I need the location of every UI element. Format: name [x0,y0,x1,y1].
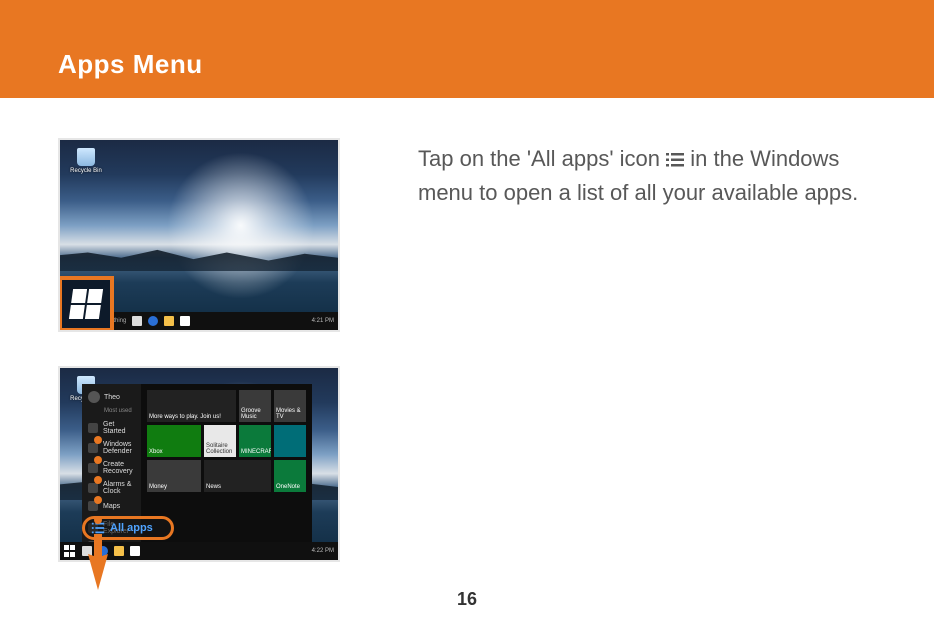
all-apps-inline-icon [666,152,684,168]
screenshot-desktop: Recycle Bin Ask me anything 4:21 PM [58,138,340,332]
user-name: Theo [104,394,120,401]
tile-groove: Groove Music [239,390,271,422]
store-icon [180,316,190,326]
store-icon [130,546,140,556]
instruction-text: Tap on the 'All apps' icon in the Window… [418,142,876,210]
tile-xbox: Xbox [147,425,201,457]
start-menu-user: Theo [82,388,141,406]
all-apps-icon [91,521,105,535]
text-column: Tap on the 'All apps' icon in the Window… [348,138,876,582]
taskbar-clock: 4:21 PM [312,318,334,324]
page-header: Apps Menu [0,0,934,98]
menu-item-recovery: Create Recovery [82,458,141,478]
all-apps-highlight: All apps [82,516,174,540]
tile-minecraft: MINECRAFT [239,425,271,457]
tile-news: News [204,460,271,492]
instruction-text-before: Tap on the 'All apps' icon [418,146,666,171]
page-number: 16 [0,589,934,610]
edge-icon [98,546,108,556]
avatar-icon [88,391,100,403]
start-button-icon [64,545,76,557]
tiles-header: More ways to play. Join us! [147,390,236,422]
tile-movies: Movies & TV [274,390,306,422]
task-view-icon [82,546,92,556]
task-view-icon [132,316,142,326]
screenshot-startmenu: Recycle Bin Theo Most used Get Started W… [58,366,340,562]
menu-item-maps: Maps [82,498,141,514]
all-apps-label: All apps [110,522,153,534]
tile-onenote: OneNote [274,460,306,492]
most-used-label: Most used [82,406,141,418]
explorer-icon [164,316,174,326]
recycle-bin-label: Recycle Bin [70,168,102,174]
menu-item-alarms: Alarms & Clock [82,478,141,498]
edge-icon [148,316,158,326]
tile-p [274,425,306,457]
tile-solitaire: Solitaire Collection [204,425,236,457]
tile-money: Money [147,460,201,492]
start-button-highlight [58,276,114,332]
taskbar: 4:22 PM [60,542,338,560]
page-content: Recycle Bin Ask me anything 4:21 PM [0,98,934,582]
menu-item-get-started: Get Started [82,418,141,438]
taskbar-clock: 4:22 PM [312,548,334,554]
windows-logo-icon [69,289,103,319]
recycle-bin-icon: Recycle Bin [70,148,102,174]
figure-column: Recycle Bin Ask me anything 4:21 PM [58,138,348,582]
page-title: Apps Menu [58,49,203,80]
menu-item-defender: Windows Defender [82,438,141,458]
explorer-icon [114,546,124,556]
